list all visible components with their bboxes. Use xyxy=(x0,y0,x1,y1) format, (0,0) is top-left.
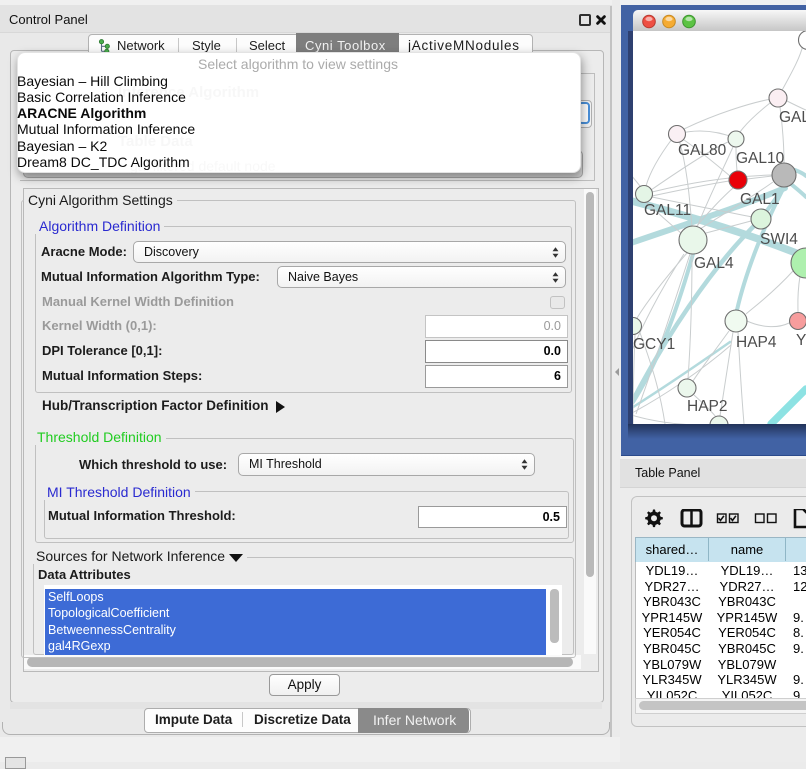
svg-text:GAL11: GAL11 xyxy=(644,202,691,219)
svg-text:GCY1: GCY1 xyxy=(633,336,675,353)
svg-text:GAL7: GAL7 xyxy=(779,109,806,126)
svg-text:HAP2: HAP2 xyxy=(687,398,728,415)
svg-text:GAL80: GAL80 xyxy=(678,142,727,159)
svg-text:Y: Y xyxy=(796,332,806,349)
svg-text:HAP4: HAP4 xyxy=(736,334,777,351)
svg-text:GAL10: GAL10 xyxy=(736,150,785,167)
svg-text:SWI4: SWI4 xyxy=(760,231,798,248)
svg-text:GAL1: GAL1 xyxy=(740,191,780,208)
svg-text:GAL4: GAL4 xyxy=(694,255,734,272)
